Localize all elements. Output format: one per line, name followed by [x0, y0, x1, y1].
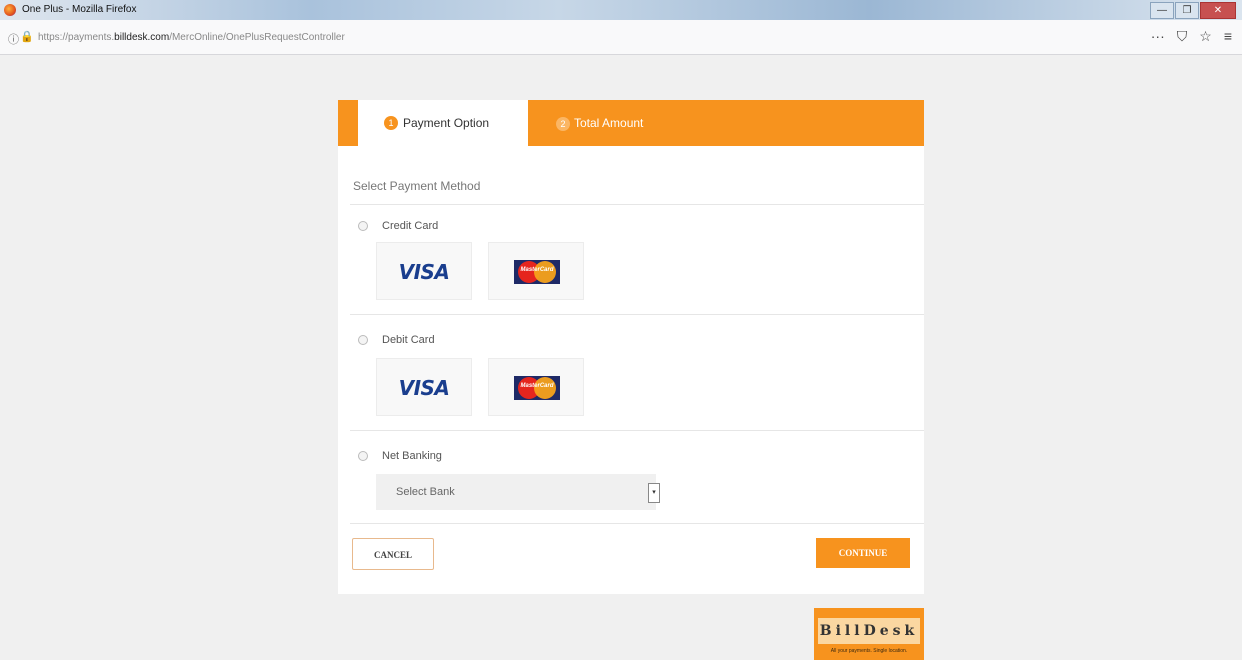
minimize-button[interactable]: —	[1150, 2, 1174, 19]
step-tabs: 1 Payment Option 2 Total Amount	[338, 100, 924, 146]
cancel-button[interactable]: CANCEL	[352, 538, 434, 570]
mastercard-icon: MasterCard	[514, 376, 560, 400]
debit-card-radio[interactable]	[358, 335, 368, 345]
debit-visa-logo[interactable]: VISA	[376, 358, 472, 416]
bank-select-value: Select Bank	[396, 486, 455, 498]
credit-card-radio[interactable]	[358, 221, 368, 231]
window-titlebar: One Plus - Mozilla Firefox — ❐ ✕	[0, 0, 1242, 20]
url-text[interactable]: https://payments.billdesk.com/MercOnline…	[38, 32, 345, 43]
window-title: One Plus - Mozilla Firefox	[22, 4, 137, 15]
divider	[350, 204, 924, 205]
chevron-down-icon[interactable]: ▾	[648, 483, 660, 503]
debit-card-option[interactable]: Debit Card	[358, 334, 435, 346]
payment-card: 1 Payment Option 2 Total Amount Select Pa…	[338, 100, 924, 594]
section-heading: Select Payment Method	[353, 179, 481, 193]
pocket-icon[interactable]: ⛉	[1177, 28, 1188, 45]
tab-payment-option-label: Payment Option	[403, 116, 490, 130]
credit-mastercard-logo[interactable]: MasterCard	[488, 242, 584, 300]
continue-button[interactable]: CONTINUE	[816, 538, 910, 568]
maximize-button[interactable]: ❐	[1175, 2, 1199, 19]
firefox-icon	[4, 4, 16, 16]
divider	[350, 314, 924, 315]
tab-payment-option[interactable]: 1 Payment Option	[358, 100, 528, 146]
net-banking-radio[interactable]	[358, 451, 368, 461]
billdesk-tagline: All your payments. Single location.	[830, 648, 908, 654]
close-button[interactable]: ✕	[1200, 2, 1236, 19]
window-controls: — ❐ ✕	[1150, 2, 1236, 19]
debit-card-label: Debit Card	[382, 334, 435, 346]
step-number-2: 2	[556, 117, 570, 131]
info-icon[interactable]: ⓘ	[8, 31, 19, 47]
net-banking-label: Net Banking	[382, 450, 442, 462]
divider	[350, 523, 924, 524]
tab-total-amount[interactable]: 2 Total Amount	[556, 116, 643, 131]
url-path: /MercOnline/OnePlusRequestController	[169, 32, 345, 43]
billdesk-wordmark: BillDesk	[818, 618, 920, 644]
browser-toolbar: ··· ⛉ ☆ ≡	[1151, 28, 1232, 45]
url-prefix: https://payments.	[38, 32, 115, 43]
credit-card-label: Credit Card	[382, 220, 439, 232]
lock-icon[interactable]: 🔒	[20, 30, 34, 43]
bank-select[interactable]: Select Bank ▾	[376, 474, 660, 510]
tab-total-amount-label: Total Amount	[574, 116, 644, 130]
mastercard-icon: MasterCard	[514, 260, 560, 284]
menu-icon[interactable]: ≡	[1224, 28, 1232, 45]
address-bar[interactable]: ⓘ 🔒 https://payments.billdesk.com/MercOn…	[0, 20, 1242, 55]
net-banking-option[interactable]: Net Banking	[358, 450, 442, 462]
step-number-1: 1	[384, 116, 398, 130]
credit-visa-logo[interactable]: VISA	[376, 242, 472, 300]
debit-mastercard-logo[interactable]: MasterCard	[488, 358, 584, 416]
page-actions-icon[interactable]: ···	[1151, 28, 1165, 45]
divider	[350, 430, 924, 431]
bookmark-star-icon[interactable]: ☆	[1199, 28, 1212, 45]
credit-card-option[interactable]: Credit Card	[358, 220, 438, 232]
billdesk-logo: BillDesk All your payments. Single locat…	[814, 608, 924, 660]
url-domain: billdesk.com	[114, 32, 170, 43]
